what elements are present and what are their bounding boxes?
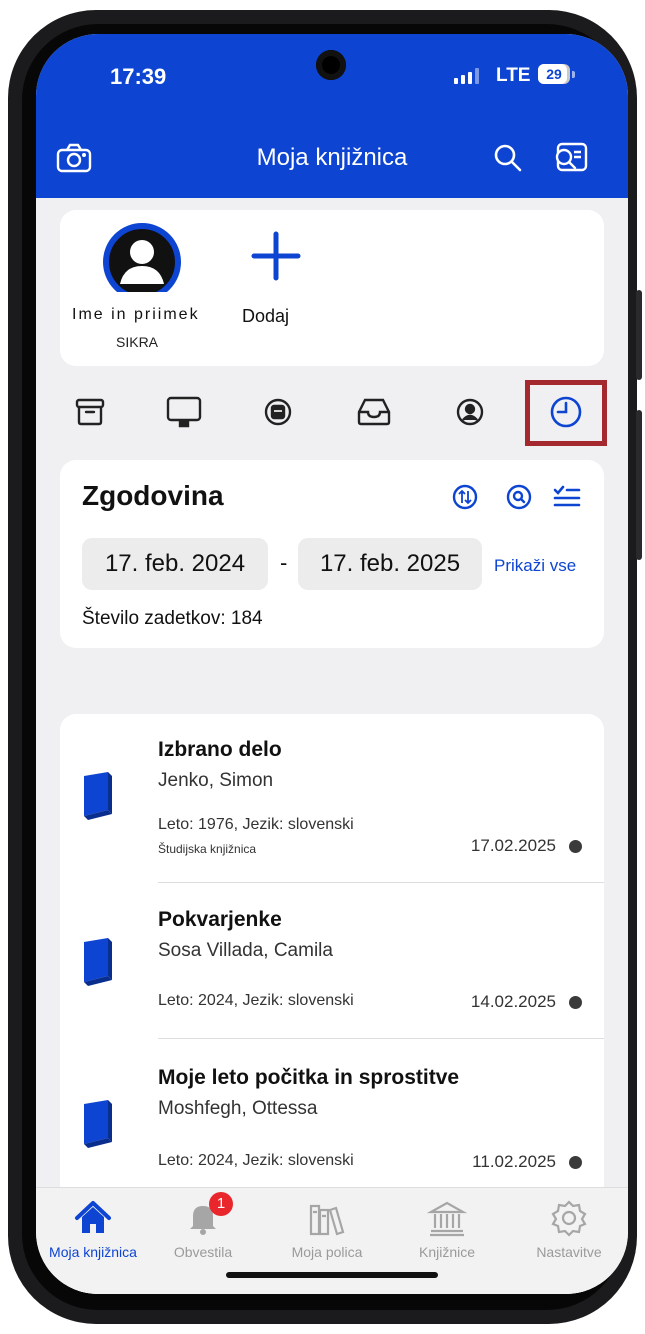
plus-icon[interactable] (246, 226, 306, 286)
history-title: Zgodovina (82, 480, 224, 511)
list-item[interactable]: Moje leto počitka in sprostitve Moshfegh… (60, 1042, 604, 1202)
nav-libraries[interactable]: Knjižnice (392, 1198, 502, 1260)
front-camera (316, 50, 346, 80)
archive-icon[interactable] (70, 392, 110, 432)
item-date: 17.02.2025 (470, 836, 556, 855)
history-icon[interactable] (546, 392, 586, 432)
reservation-icon[interactable] (258, 392, 298, 432)
status-dot (569, 840, 582, 853)
profile-icon[interactable] (450, 392, 490, 432)
battery-level: 29 (546, 66, 562, 82)
item-meta: Leto: 2024, Jezik: slovenski (158, 1152, 354, 1169)
profile-system: SIKRA (116, 334, 159, 350)
item-author: Moshfegh, Ottessa (158, 1098, 318, 1119)
nav-label: Moja knjižnica (49, 1244, 137, 1260)
nav-label: Knjižnice (418, 1244, 476, 1260)
nav-label: Nastavitve (536, 1244, 602, 1260)
status-time: 17:39 (110, 64, 167, 89)
inbox-icon[interactable] (354, 392, 394, 432)
library-icon (426, 1198, 468, 1238)
book-icon (80, 770, 116, 820)
section-icon-bar (36, 374, 628, 446)
monitor-icon[interactable] (164, 392, 204, 432)
item-meta: Leto: 2024, Jezik: slovenski (158, 992, 354, 1009)
list-item[interactable]: Pokvarjenke Sosa Villada, Camila Leto: 2… (60, 884, 604, 1040)
app-screen: 17:39 LTE 29 Moja knjižnica Ime in priim… (36, 34, 628, 1294)
bell-icon: 1 (183, 1192, 233, 1238)
home-icon (73, 1198, 113, 1238)
filter-list-icon[interactable] (550, 480, 584, 514)
item-author: Jenko, Simon (158, 770, 274, 791)
shelf-icon (307, 1198, 347, 1238)
notification-badge: 1 (209, 1192, 233, 1216)
show-all-link[interactable]: Prikaži vse (494, 556, 576, 576)
profile-card: Ime in priimek SIKRA Dodaj (60, 210, 604, 366)
item-title: Pokvarjenke (158, 908, 282, 931)
date-to-field[interactable]: 17. feb. 2025 (298, 538, 482, 590)
search-circle-icon[interactable] (502, 480, 536, 514)
profile-name: Ime in priimek (72, 306, 200, 323)
book-icon (80, 1098, 116, 1148)
phone-side-button (636, 410, 642, 560)
nav-shelf[interactable]: Moja polica (272, 1198, 382, 1260)
bottom-nav: Moja knjižnica 1 Obvestila Moja polica K… (36, 1187, 628, 1294)
item-author: Sosa Villada, Camila (158, 940, 333, 961)
signal-icon (454, 68, 479, 84)
item-library: Študijska knjižnica (158, 842, 257, 856)
results-count: Število zadetkov: 184 (82, 608, 263, 629)
search-icon[interactable] (488, 138, 528, 178)
list-item[interactable]: Izbrano delo Jenko, Simon Leto: 1976, Je… (60, 714, 604, 883)
sort-icon[interactable] (448, 480, 482, 514)
battery-tip (572, 71, 575, 78)
date-from-field[interactable]: 17. feb. 2024 (82, 538, 268, 590)
app-header: Moja knjižnica (36, 116, 628, 198)
battery-icon: 29 (538, 64, 570, 84)
nav-settings[interactable]: Nastavitve (514, 1198, 624, 1260)
card-search-icon[interactable] (550, 138, 590, 178)
avatar-icon[interactable] (102, 222, 182, 302)
add-account-label[interactable]: Dodaj (242, 306, 289, 327)
nav-label: Obvestila (173, 1244, 233, 1260)
divider (158, 882, 604, 883)
item-title: Izbrano delo (158, 738, 282, 761)
status-dot (569, 1156, 582, 1169)
item-date: 11.02.2025 (472, 1152, 556, 1171)
network-type: LTE (496, 65, 531, 86)
home-indicator[interactable] (226, 1272, 438, 1278)
nav-notifications[interactable]: 1 Obvestila (148, 1192, 258, 1260)
date-separator: - (280, 550, 288, 575)
history-card: Zgodovina 17. feb. 2024 - 17. feb. 2025 … (60, 460, 604, 648)
item-meta: Leto: 1976, Jezik: slovenski (158, 816, 354, 833)
divider (158, 1038, 604, 1039)
item-title: Moje leto počitka in sprostitve (158, 1066, 460, 1089)
status-bar: 17:39 LTE 29 (36, 34, 628, 116)
phone-side-button (636, 290, 642, 380)
nav-label: Moja polica (291, 1244, 363, 1260)
status-dot (569, 996, 582, 1009)
nav-home[interactable]: Moja knjižnica (38, 1198, 148, 1260)
item-date: 14.02.2025 (470, 992, 556, 1011)
page-title: Moja knjižnica (256, 144, 408, 171)
settings-icon (549, 1198, 589, 1238)
book-icon (80, 936, 116, 986)
